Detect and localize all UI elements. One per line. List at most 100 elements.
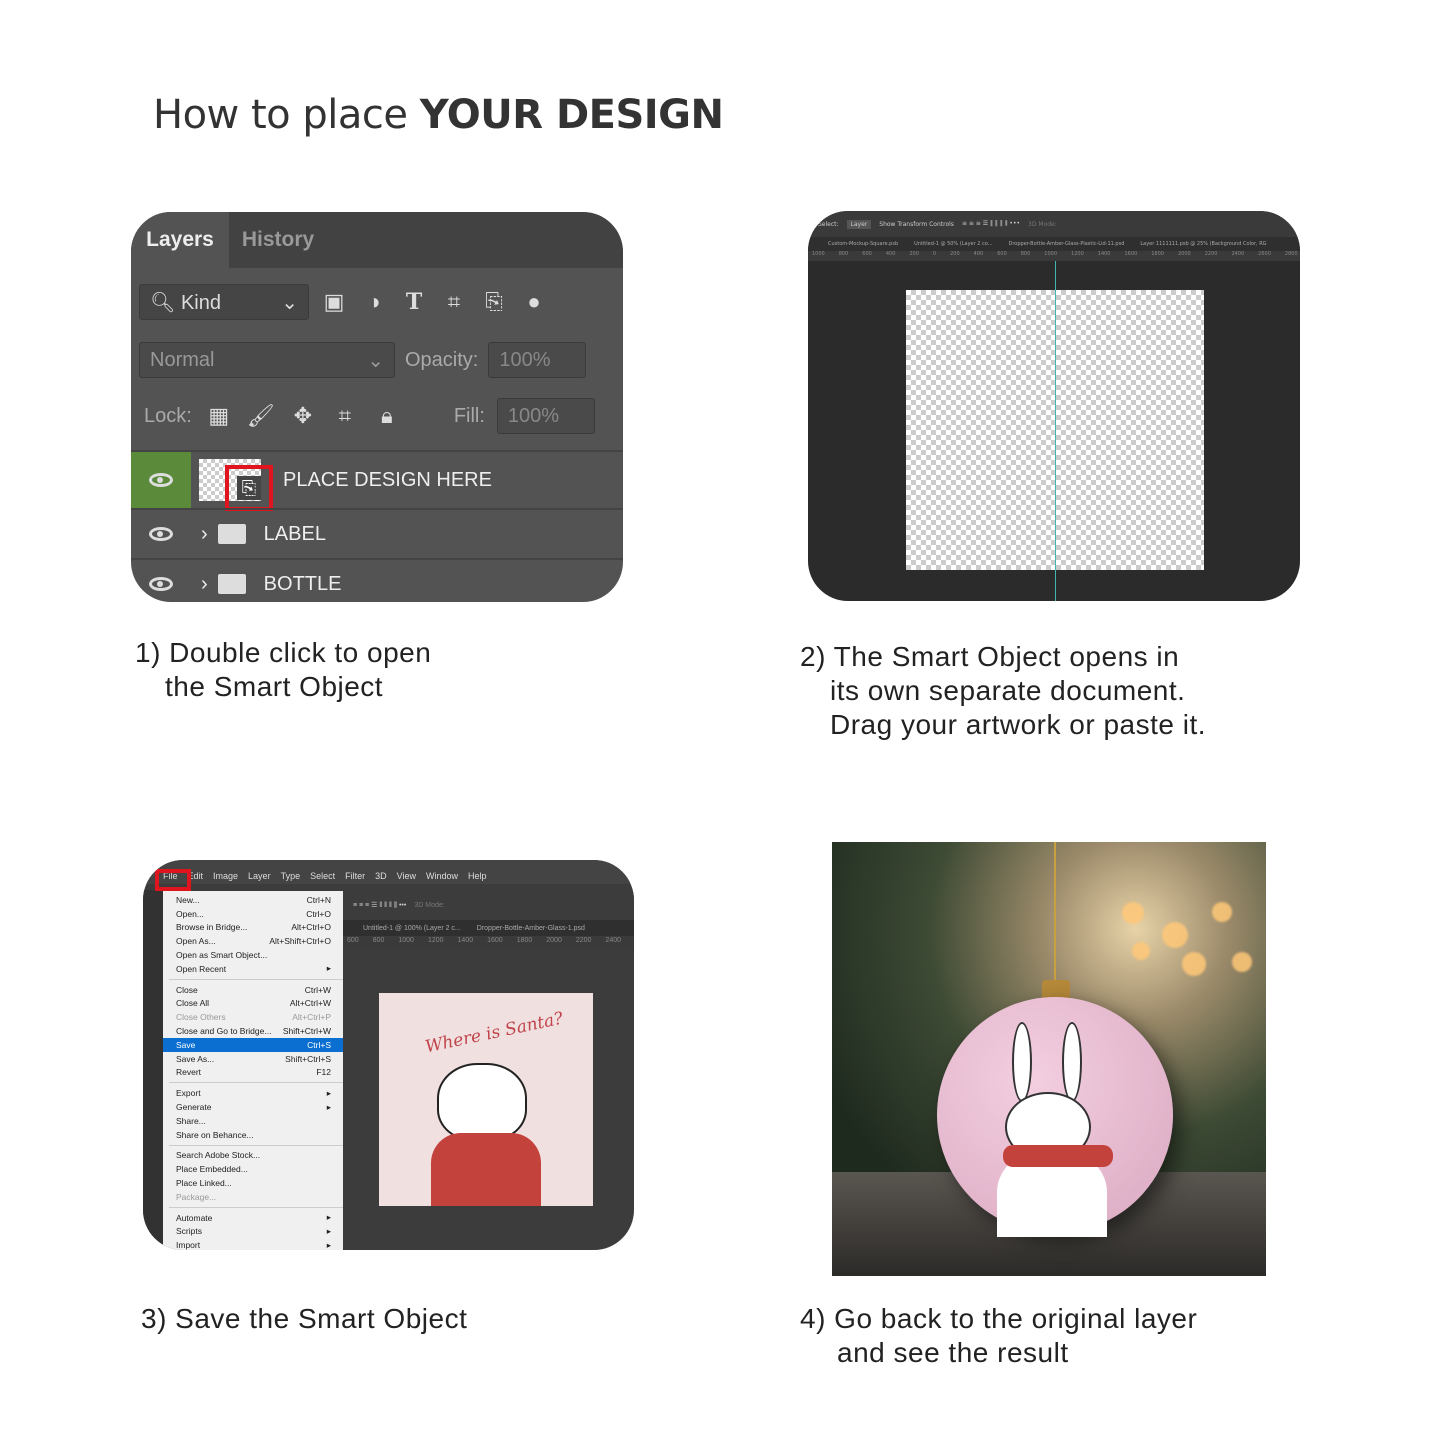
menu-item-label: Close and Go to Bridge... — [176, 1026, 272, 1037]
ruler-tick-label: 1000 — [398, 937, 414, 944]
ruler-tick-label: 1000 — [1044, 251, 1058, 257]
ruler-tick-label: 200 — [950, 251, 960, 257]
ruler-tick-label: 2800 — [1284, 251, 1298, 257]
chevron-down-icon: ⌄ — [281, 291, 298, 314]
kind-filter-select[interactable]: 🔍︎ Kind ⌄ — [139, 284, 309, 320]
menu-item-share-on-behance[interactable]: Share on Behance... — [163, 1128, 343, 1142]
menu-item-save[interactable]: Save Ctrl+S — [163, 1037, 343, 1052]
menu-item-label: Close All — [176, 998, 210, 1009]
lock-artboard-icon[interactable]: ⌗ — [330, 401, 360, 431]
lock-position-move-icon[interactable]: ✥ — [288, 401, 318, 431]
menu-item-scripts[interactable]: Scripts ▸ — [163, 1225, 343, 1239]
document-tab[interactable]: Untitled-1 @ 50% (Layer 2 co... — [914, 241, 992, 247]
ruler: 600 800 1000 1200 1400 1600 1800 2000 2200 2400 — [343, 937, 634, 949]
layer-row-place-design-here[interactable]: ⎘ PLACE DESIGN HERE — [131, 450, 623, 511]
menu-item-automate[interactable]: Automate ▸ — [163, 1211, 343, 1225]
visibility-eye-icon[interactable] — [131, 452, 191, 508]
document-tab[interactable]: Custom-Mockup-Square.psb — [828, 241, 898, 247]
menu-item-label: Share on Behance... — [176, 1129, 254, 1140]
menu-view[interactable]: View — [397, 871, 416, 881]
chevron-down-icon: ⌄ — [367, 349, 384, 372]
layer-row-bottle[interactable]: › BOTTLE — [131, 558, 623, 602]
menu-3d[interactable]: 3D — [375, 871, 387, 881]
transform-controls-checkbox[interactable]: Show Transform Controls — [879, 221, 954, 228]
menu-item-open[interactable]: Open... Ctrl+O — [163, 907, 343, 921]
type-filter-icon[interactable]: T — [399, 287, 429, 317]
menu-item-generate[interactable]: Generate ▸ — [163, 1100, 343, 1114]
menu-item-label: Share... — [176, 1115, 206, 1126]
menu-item-revert[interactable]: Revert F12 — [163, 1066, 343, 1080]
align-icons[interactable]: ≡ ≡ ≡ ☰ ‖ ‖ ‖ ⫼ ••• — [353, 901, 406, 910]
document-tab[interactable]: Untitled-1 @ 100% (Layer 2 c... — [363, 925, 461, 932]
layer-row-label[interactable]: › LABEL — [131, 508, 623, 558]
guide-line[interactable] — [1055, 261, 1056, 601]
visibility-eye-icon[interactable] — [131, 560, 191, 602]
menu-item-shortcut: Shift+Ctrl+S — [285, 1053, 331, 1064]
tab-layers[interactable]: Layers — [131, 212, 229, 268]
caption-line: Drag your artwork or paste it. — [830, 709, 1207, 740]
menu-item-place-embedded[interactable]: Place Embedded... — [163, 1162, 343, 1176]
menu-item-label: Place Embedded... — [176, 1164, 248, 1175]
lock-transparent-icon[interactable]: ▦ — [204, 401, 234, 431]
menu-item-shortcut: F12 — [316, 1067, 331, 1078]
menu-item-new[interactable]: New... Ctrl+N — [163, 893, 343, 907]
align-icons[interactable]: ≡ ≡ ≡ ☰ ‖ ‖ ‖ ⫼ ••• — [962, 220, 1020, 228]
shape-filter-icon[interactable]: ⌗ — [439, 287, 469, 317]
menu-layer[interactable]: Layer — [248, 871, 271, 881]
smart-object-filter-icon[interactable]: ⎘ — [479, 287, 509, 317]
menu-bar: File Edit Image Layer Type Select Filter 3D View… — [143, 860, 634, 884]
menu-item-label: Save As... — [176, 1053, 215, 1064]
menu-separator — [169, 978, 343, 980]
select-dropdown[interactable]: Layer — [846, 219, 872, 229]
menu-item-place-linked[interactable]: Place Linked... — [163, 1176, 343, 1190]
menu-item-open-as-smart-object[interactable]: Open as Smart Object... — [163, 948, 343, 962]
file-menu-screenshot: File Edit Image Layer Type Select Filter 3D View… — [143, 860, 634, 1250]
lock-all-padlock-icon[interactable]: 🔒︎ — [372, 401, 402, 431]
document-tab[interactable]: Dropper-Bottle-Amber-Glass-Plastic-Lid-1… — [1009, 241, 1125, 247]
menu-item-open-as[interactable]: Open As... Alt+Shift+Ctrl+O — [163, 934, 343, 948]
ruler-tick-label: 800 — [838, 251, 849, 257]
adjustment-filter-icon[interactable]: ◑ — [359, 287, 389, 317]
folder-icon — [217, 524, 246, 544]
menu-window[interactable]: Window — [426, 871, 458, 881]
tab-history[interactable]: History — [229, 212, 327, 268]
document-tab[interactable]: Layer 1111111.psb @ 25% (Background Colo… — [1140, 241, 1266, 247]
options-bar: ≡ ≡ ≡ ☰ ‖ ‖ ‖ ⫼ ••• 3D Mode: — [343, 892, 634, 918]
menu-item-save-as[interactable]: Save As... Shift+Ctrl+S — [163, 1052, 343, 1066]
menu-type[interactable]: Type — [281, 871, 301, 881]
menu-item-export[interactable]: Export ▸ — [163, 1086, 343, 1100]
filter-toggle-icon[interactable]: ● — [519, 287, 549, 317]
document-tab[interactable]: Dropper-Bottle-Amber-Glass-1.psd — [477, 925, 585, 932]
folder-icon — [217, 574, 246, 594]
menu-select[interactable]: Select — [310, 871, 335, 881]
menu-item-browse-in-bridge[interactable]: Browse in Bridge... Alt+Ctrl+O — [163, 921, 343, 935]
red-sweater — [431, 1133, 541, 1206]
menu-item-import[interactable]: Import ▸ — [163, 1238, 343, 1250]
ruler-tick-label: 800 — [1020, 251, 1031, 257]
menu-item-search-adobe-stock[interactable]: Search Adobe Stock... — [163, 1149, 343, 1163]
menu-filter[interactable]: Filter — [345, 871, 365, 881]
blend-mode-select[interactable]: Normal ⌄ — [139, 342, 395, 378]
fill-input[interactable]: 100% — [496, 398, 595, 434]
chevron-right-icon[interactable]: › — [201, 523, 208, 546]
ornament-result-photo — [832, 842, 1266, 1276]
menu-item-share[interactable]: Share... — [163, 1114, 343, 1128]
menu-item-close-all[interactable]: Close All Alt+Ctrl+W — [163, 997, 343, 1011]
ruler-tick-label: 2200 — [575, 937, 592, 944]
menu-help[interactable]: Help — [468, 871, 487, 881]
menu-item-close[interactable]: Close Ctrl+W — [163, 983, 343, 997]
image-filter-icon[interactable]: ▣ — [319, 287, 349, 317]
menu-item-close-and-go-to-bridge[interactable]: Close and Go to Bridge... Shift+Ctrl+W — [163, 1024, 343, 1038]
layer-name: LABEL — [263, 522, 326, 545]
ruler-tick-label: 1400 — [457, 937, 474, 944]
visibility-eye-icon[interactable] — [131, 510, 191, 558]
menu-image[interactable]: Image — [213, 871, 238, 881]
menu-item-label: Revert — [176, 1067, 202, 1078]
menu-item-label: Generate — [176, 1102, 212, 1113]
lock-paint-brush-icon[interactable]: 🖌︎ — [246, 401, 276, 431]
opacity-input[interactable]: 100% — [488, 342, 587, 378]
blend-mode-value: Normal — [150, 348, 215, 371]
smart-object-icon[interactable]: ⎘ — [237, 476, 261, 500]
menu-item-open-recent[interactable]: Open Recent ▸ — [163, 962, 343, 976]
chevron-right-icon[interactable]: › — [201, 573, 208, 596]
